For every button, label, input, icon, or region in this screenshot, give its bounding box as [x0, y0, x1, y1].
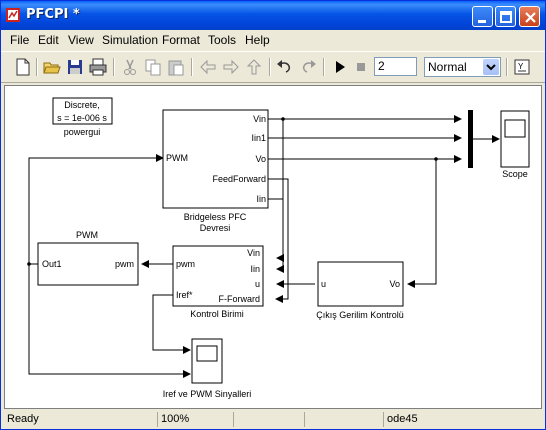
- cikis-gerilim-block[interactable]: u Vo Çıkış Gerilim Kontrolü: [316, 261, 404, 320]
- save-icon: [68, 60, 82, 74]
- menu-format[interactable]: Format: [162, 33, 200, 47]
- library-browser-button[interactable]: Y: [512, 57, 532, 77]
- maximize-button[interactable]: [495, 6, 516, 27]
- undo-icon: [277, 60, 291, 73]
- svg-text:Y: Y: [518, 62, 524, 71]
- menu-bar: File Edit View Simulation Format Tools H…: [1, 30, 545, 50]
- model-canvas[interactable]: Discrete, s = 1e-006 s powergui PWM Vin …: [4, 85, 542, 409]
- status-zoom: 100%: [157, 412, 230, 427]
- cut-icon: [124, 59, 136, 75]
- pfc-port-feedforward: FeedForward: [212, 174, 266, 184]
- undo-button[interactable]: [275, 57, 295, 77]
- stop-simulation-button[interactable]: [351, 57, 371, 77]
- menu-view[interactable]: View: [68, 33, 94, 47]
- simulation-mode-value: Normal: [428, 60, 467, 74]
- status-solver: ode45: [383, 412, 533, 427]
- print-button[interactable]: [88, 57, 108, 77]
- stop-time-input[interactable]: 2: [374, 57, 417, 76]
- arrow-up-icon: [246, 59, 262, 75]
- redo-icon: [302, 60, 316, 73]
- close-button[interactable]: [519, 6, 540, 27]
- forward-button[interactable]: [221, 57, 241, 77]
- status-panel-empty-1: [233, 412, 301, 427]
- arrow-right-icon: [223, 59, 239, 75]
- menu-help[interactable]: Help: [245, 33, 270, 47]
- simulation-mode-select[interactable]: Normal: [424, 57, 501, 77]
- pfc-label-2: Devresi: [200, 223, 231, 233]
- pwm-port-pwm: pwm: [115, 259, 134, 269]
- cikis-label: Çıkış Gerilim Kontrolü: [316, 310, 404, 320]
- new-button[interactable]: [13, 57, 33, 77]
- cikis-in-u: u: [321, 279, 326, 289]
- pwm-port-out1: Out1: [42, 259, 62, 269]
- scope-block[interactable]: Scope: [500, 110, 530, 179]
- kontrol-out-fforward: F-Forward: [218, 294, 260, 304]
- back-button[interactable]: [198, 57, 218, 77]
- minimize-button[interactable]: [472, 6, 493, 27]
- maximize-icon: [500, 11, 512, 23]
- close-icon: [525, 12, 536, 23]
- toolbar: 2 Normal Y: [1, 51, 545, 83]
- kontrol-out-vin: Vin: [247, 248, 260, 258]
- pfc-port-vo: Vo: [255, 154, 266, 164]
- pwm-block[interactable]: PWM Out1 pwm: [37, 230, 139, 286]
- minimize-icon: [478, 20, 486, 23]
- status-panel-empty-2: [304, 412, 381, 427]
- scope-label: Scope: [502, 169, 528, 179]
- simulink-window: PFCPI * File Edit View Simulation Format…: [0, 0, 546, 430]
- paste-button[interactable]: [166, 57, 186, 77]
- powergui-line2: s = 1e-006 s: [57, 113, 107, 123]
- chevron-down-icon[interactable]: [483, 59, 499, 75]
- status-state: Ready: [7, 413, 39, 425]
- window-title: PFCPI *: [26, 7, 80, 22]
- save-button[interactable]: [65, 57, 85, 77]
- kontrol-birimi-block[interactable]: pwm Iref* Vin Iin u F-Forward Kontrol Bi…: [172, 245, 264, 319]
- stop-icon: [357, 63, 365, 71]
- menu-edit[interactable]: Edit: [38, 33, 59, 47]
- kontrol-out-iin: Iin: [250, 264, 260, 274]
- open-button[interactable]: [42, 57, 62, 77]
- powergui-line1: Discrete,: [64, 100, 100, 110]
- pfc-label-1: Bridgeless PFC: [184, 212, 247, 222]
- menu-simulation[interactable]: Simulation: [102, 33, 158, 47]
- print-icon: [89, 58, 107, 76]
- iref-pwm-scope-block[interactable]: Iref ve PWM Sinyalleri: [163, 338, 252, 399]
- kontrol-in-pwm: pwm: [176, 259, 195, 269]
- start-simulation-button[interactable]: [330, 57, 350, 77]
- kontrol-in-iref: Iref*: [176, 290, 193, 300]
- pfc-in-pwm: PWM: [166, 153, 188, 163]
- kontrol-label: Kontrol Birimi: [190, 309, 244, 319]
- copy-button[interactable]: [143, 57, 163, 77]
- pfc-port-vin: Vin: [253, 114, 266, 124]
- iref-pwm-scope-label: Iref ve PWM Sinyalleri: [163, 389, 252, 399]
- pwm-title: PWM: [76, 230, 98, 240]
- cut-button[interactable]: [120, 57, 140, 77]
- powergui-label: powergui: [64, 127, 101, 137]
- library-icon: Y: [514, 59, 530, 75]
- copy-icon: [145, 59, 161, 76]
- paste-icon: [168, 60, 184, 76]
- mux-block[interactable]: [468, 110, 473, 168]
- powergui-block[interactable]: Discrete, s = 1e-006 s powergui: [52, 97, 113, 137]
- menu-file[interactable]: File: [10, 33, 29, 47]
- pfc-port-iin1: Iin1: [251, 133, 266, 143]
- kontrol-out-u: u: [255, 279, 260, 289]
- status-bar: Ready 100% ode45: [1, 410, 545, 430]
- arrow-left-icon: [200, 59, 216, 75]
- pfc-port-iin: Iin: [256, 194, 266, 204]
- play-icon: [336, 61, 345, 73]
- new-file-icon: [16, 58, 30, 76]
- simulink-app-icon: [6, 8, 20, 22]
- up-button[interactable]: [244, 57, 264, 77]
- bridgeless-pfc-block[interactable]: PWM Vin Iin1 Vo FeedForward Iin Bridgele…: [162, 109, 269, 233]
- redo-button[interactable]: [298, 57, 318, 77]
- cikis-out-vo: Vo: [389, 279, 400, 289]
- open-folder-icon: [43, 62, 61, 74]
- menu-tools[interactable]: Tools: [208, 33, 236, 47]
- title-bar[interactable]: PFCPI *: [1, 1, 545, 30]
